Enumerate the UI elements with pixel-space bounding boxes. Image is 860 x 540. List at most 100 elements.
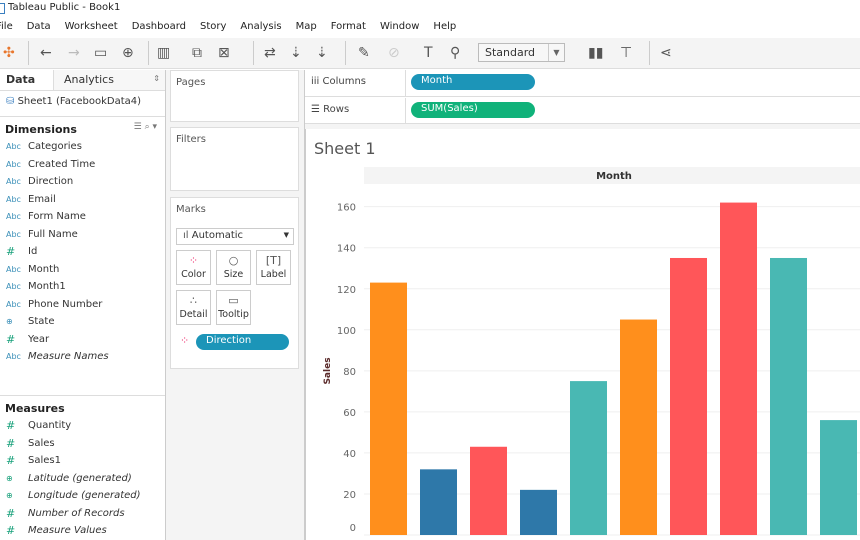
globe-icon: ⊕ [6,491,13,501]
menu-data[interactable]: Data [27,18,51,38]
y-tick-label: 140 [337,244,356,255]
columns-icon: iii [311,76,323,87]
size-button[interactable]: ○ Size [216,250,251,285]
y-tick-label: 80 [343,367,356,378]
field-sales[interactable]: # Sales [0,435,165,453]
highlight-icon[interactable]: ✎ [358,44,370,62]
field-full-name[interactable]: Abc Full Name [0,226,165,244]
field-email[interactable]: Abc Email [0,191,165,209]
data-source[interactable]: ⛁ Sheet1 (FacebookData4) [0,91,165,117]
field-month[interactable]: Abc Month [0,261,165,279]
globe-icon: ⊕ [6,473,13,483]
string-type-icon: Abc [6,299,21,309]
toolbar: ✣ ← → ▭ ⊕ ▥ ⧉ ⊠ ⇄ ⇣ ⇣ ✎ ⊘ T ⚲ Standard ▼ … [0,38,860,69]
string-type-icon: Abc [6,142,21,152]
new-worksheet-icon[interactable]: ▥ [157,44,170,62]
field-created-time[interactable]: Abc Created Time [0,156,165,174]
field-latitude-generated-[interactable]: ⊕ Latitude (generated) [0,470,165,488]
menu-analysis[interactable]: Analysis [240,18,281,38]
data-source-name: Sheet1 (FacebookData4) [17,96,142,107]
bar-3[interactable] [470,446,507,535]
bar-2[interactable] [420,469,457,535]
rows-shelf[interactable]: ☰ Rows SUM(Sales) [305,98,860,124]
new-data-source-icon[interactable]: ⊕ [122,44,134,62]
presentation-icon[interactable]: ⊤ [620,44,632,62]
redo-icon[interactable]: → [68,44,80,62]
search-icon[interactable]: ☰ ⌕ ▾ [134,122,157,132]
tooltip-button[interactable]: ▭ Tooltip [216,290,251,325]
field-form-name[interactable]: Abc Form Name [0,208,165,226]
y-tick-label: 120 [337,285,356,296]
field-longitude-generated-[interactable]: ⊕ Longitude (generated) [0,487,165,505]
clear-sheet-icon[interactable]: ⊠ [218,44,230,62]
sort-descending-icon[interactable]: ⇣ [316,44,328,62]
menu-dashboard[interactable]: Dashboard [132,18,186,38]
bar-1[interactable] [370,282,407,535]
field-direction[interactable]: Abc Direction [0,173,165,191]
field-sales1[interactable]: # Sales1 [0,452,165,470]
menu-file[interactable]: File [0,18,13,38]
show-me-icon[interactable]: ▮▮ [588,44,603,62]
field-label: Measure Values [28,525,107,537]
menu-format[interactable]: Format [331,18,366,38]
label-button[interactable]: [T] Label [256,250,291,285]
field-categories[interactable]: Abc Categories [0,138,165,156]
menu-worksheet[interactable]: Worksheet [65,18,118,38]
y-tick-label: 20 [343,490,356,501]
show-labels-icon[interactable]: T [424,44,433,62]
field-year[interactable]: # Year [0,331,165,349]
field-measure-values[interactable]: # Measure Values [0,522,165,540]
sort-ascending-icon[interactable]: ⇣ [290,44,302,62]
divider [649,41,650,65]
columns-shelf[interactable]: iii Columns Month [305,70,860,97]
month-pill[interactable]: Month [411,74,535,90]
color-button[interactable]: ⁘ Color [176,250,211,285]
field-label: Full Name [28,228,78,240]
duplicate-sheet-icon[interactable]: ⧉ [192,44,202,62]
bar-5[interactable] [570,381,607,535]
field-measure-names[interactable]: Abc Measure Names [0,348,165,366]
menu-map[interactable]: Map [296,18,317,38]
bar-chart: Month Sales 0 20 40 60 80 100 120 140 160 [323,167,860,536]
filters-shelf[interactable]: Filters [170,127,299,191]
dimensions-header: Dimensions ☰ ⌕ ▾ [0,117,165,138]
field-state[interactable]: ⊕ State [0,313,165,331]
tableau-logo-icon[interactable]: ✣ [3,44,15,62]
tab-data[interactable]: Data [0,70,54,90]
detail-button[interactable]: ∴ Detail [176,290,211,325]
field-phone-number[interactable]: Abc Phone Number [0,296,165,314]
string-type-icon: Abc [6,352,21,362]
field-id[interactable]: # Id [0,243,165,261]
pin-icon[interactable]: ⚲ [450,44,460,62]
field-number-of-records[interactable]: # Number of Records [0,505,165,523]
datasource-icon: ⛁ [6,96,18,107]
measures-list: # Quantity # Sales # Sales1 ⊕ Latitude (generat… [0,417,165,540]
share-icon[interactable]: ⋖ [660,44,672,62]
field-quantity[interactable]: # Quantity [0,417,165,435]
pages-shelf[interactable]: Pages [170,70,299,122]
save-icon[interactable]: ▭ [94,44,107,62]
tooltip-label: Tooltip [218,309,249,320]
menu-window[interactable]: Window [380,18,419,38]
menu-help[interactable]: Help [433,18,456,38]
bar-7[interactable] [670,257,707,535]
bar-10[interactable] [820,420,857,535]
number-type-icon: # [6,524,16,538]
bar-9[interactable] [770,257,807,535]
sort-icon[interactable]: ⇕ [153,74,160,83]
undo-icon[interactable]: ← [40,44,52,62]
divider [28,41,29,65]
direction-pill[interactable]: Direction [196,334,289,350]
bar-4[interactable] [520,489,557,535]
sum-sales-pill[interactable]: SUM(Sales) [411,102,535,118]
group-icon[interactable]: ⊘ [388,44,400,62]
marks-title: Marks [176,204,206,215]
swap-icon[interactable]: ⇄ [264,44,276,62]
bar-8[interactable] [720,202,757,535]
fit-dropdown[interactable]: Standard ▼ [478,43,565,62]
tab-analytics[interactable]: Analytics ⇕ [54,70,165,90]
field-month1[interactable]: Abc Month1 [0,278,165,296]
mark-type-dropdown[interactable]: ıl Automatic ▼ [176,228,294,245]
menu-story[interactable]: Story [200,18,226,38]
bar-6[interactable] [620,319,657,535]
